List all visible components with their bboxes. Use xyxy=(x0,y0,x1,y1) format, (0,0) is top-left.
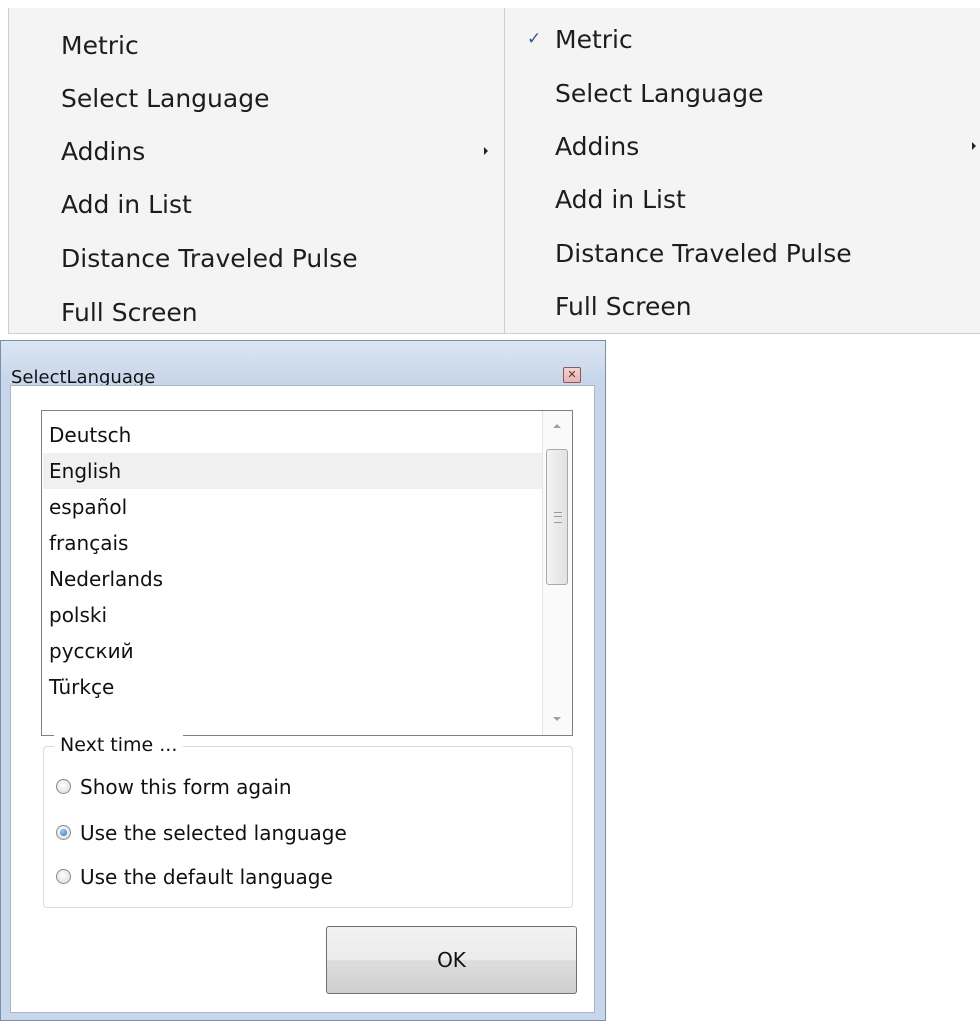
menu-item-distance-traveled-pulse[interactable]: Distance Traveled Pulse xyxy=(9,232,505,285)
menu-item-label: Distance Traveled Pulse xyxy=(555,239,852,268)
menu-item-select-language[interactable]: Select Language xyxy=(9,72,505,125)
submenu-arrow-icon xyxy=(972,142,976,150)
menu-item-label: Distance Traveled Pulse xyxy=(61,244,358,273)
menu-item-add-in-list[interactable]: Add in List xyxy=(505,173,980,226)
list-item-language[interactable]: français xyxy=(43,525,542,561)
menu-item-label: Metric xyxy=(61,31,139,60)
list-item-language[interactable]: English xyxy=(43,453,542,489)
menu-item-label: Select Language xyxy=(555,79,764,108)
menu-item-label: Add in List xyxy=(555,185,686,214)
list-item-language[interactable]: español xyxy=(43,489,542,525)
language-listbox[interactable]: Deutsch English español français Nederla… xyxy=(41,410,573,736)
ok-button[interactable]: OK xyxy=(326,926,577,994)
menu-item-full-screen[interactable]: Full Screen xyxy=(9,286,505,339)
list-item-language[interactable]: Türkçe xyxy=(43,669,542,705)
select-language-dialog: SelectLanguage ✕ Deutsch English español… xyxy=(0,340,606,1021)
radio-label: Show this form again xyxy=(80,775,292,799)
menu-item-label: Full Screen xyxy=(555,292,692,321)
scroll-thumb[interactable] xyxy=(546,449,568,585)
radio-label: Use the default language xyxy=(80,865,333,889)
submenu-arrow-icon xyxy=(484,147,488,155)
checkmark-icon: ✓ xyxy=(527,29,542,49)
menu-item-metric[interactable]: ✓ Metric xyxy=(505,13,980,66)
scroll-up-arrow-icon[interactable] xyxy=(553,424,561,428)
menu-item-label: Select Language xyxy=(61,84,270,113)
radio-button[interactable] xyxy=(56,825,71,840)
menu-item-select-language[interactable]: Select Language xyxy=(505,67,980,120)
menu-item-label: Add in List xyxy=(61,190,192,219)
menu-item-add-in-list[interactable]: Add in List xyxy=(9,178,505,231)
menu-item-full-screen[interactable]: Full Screen xyxy=(505,280,980,333)
list-item-language[interactable]: Nederlands xyxy=(43,561,542,597)
menu-item-addins[interactable]: Addins xyxy=(9,125,505,178)
menu-item-label: Addins xyxy=(61,137,146,166)
scroll-down-arrow-icon[interactable] xyxy=(553,717,561,721)
grip-icon xyxy=(554,512,562,523)
context-menu-right: ✓ Metric Select Language Addins Add in L… xyxy=(504,8,980,334)
radio-button[interactable] xyxy=(56,779,71,794)
groupbox-title: Next time ... xyxy=(54,734,184,756)
listbox-scrollbar[interactable] xyxy=(542,411,572,735)
radio-label: Use the selected language xyxy=(80,821,347,845)
menu-item-metric[interactable]: Metric xyxy=(9,19,505,72)
context-menu-left: Metric Select Language Addins Add in Lis… xyxy=(8,8,506,334)
next-time-groupbox: Next time ... Show this form again Use t… xyxy=(43,734,573,908)
list-item-language[interactable]: Deutsch xyxy=(43,417,542,453)
menu-item-addins[interactable]: Addins xyxy=(505,120,980,173)
menu-item-distance-traveled-pulse[interactable]: Distance Traveled Pulse xyxy=(505,227,980,280)
menu-item-label: Addins xyxy=(555,132,640,161)
close-button[interactable]: ✕ xyxy=(563,367,581,383)
list-item-language[interactable]: русский xyxy=(43,633,542,669)
dialog-client-area: Deutsch English español français Nederla… xyxy=(10,385,595,1013)
menu-item-label: Metric xyxy=(555,25,633,54)
close-icon: ✕ xyxy=(567,368,577,381)
menu-item-label: Full Screen xyxy=(61,298,198,327)
list-item-language[interactable]: polski xyxy=(43,597,542,633)
radio-button[interactable] xyxy=(56,869,71,884)
